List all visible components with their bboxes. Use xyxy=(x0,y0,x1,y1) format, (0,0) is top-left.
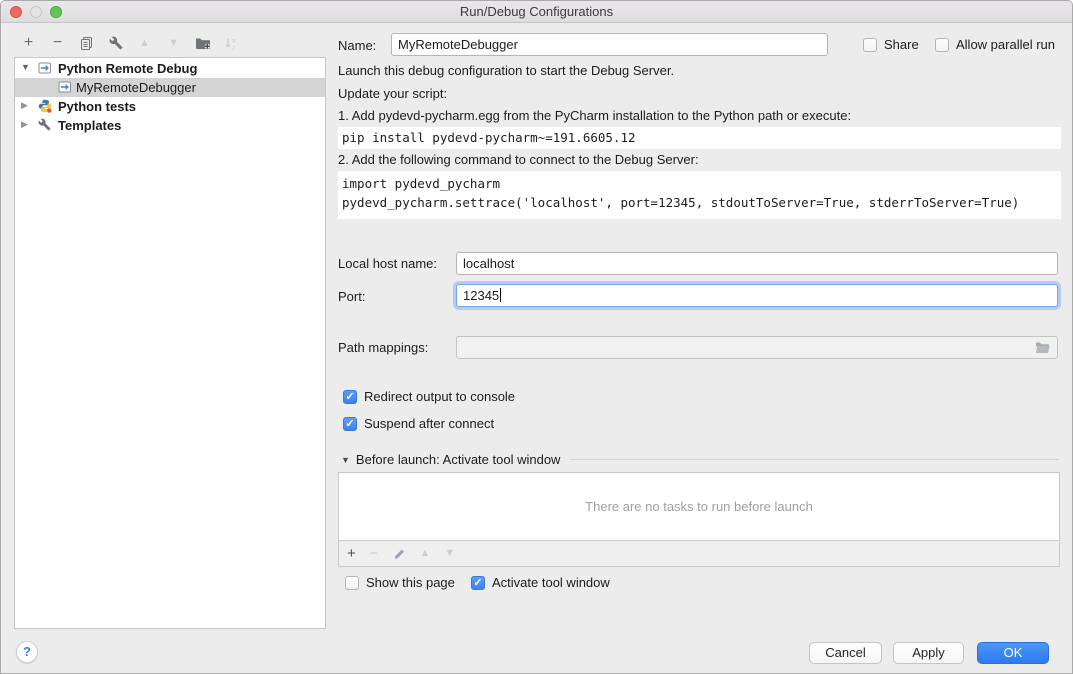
svg-text:z: z xyxy=(232,45,235,51)
tree-item-templates[interactable]: ▶ Templates xyxy=(15,116,325,135)
checkbox-icon[interactable]: ✓ xyxy=(471,576,485,590)
instruction-step1: 1. Add pydevd-pycharm.egg from the PyCha… xyxy=(338,108,851,123)
title-bar: Run/Debug Configurations xyxy=(1,1,1072,23)
instruction-update-script: Update your script: xyxy=(338,86,447,101)
settrace-command: import pydevd_pycharm pydevd_pycharm.set… xyxy=(338,171,1061,219)
tree-item-label: Python tests xyxy=(58,99,136,114)
add-configuration-button[interactable]: + xyxy=(14,32,43,54)
text-caret xyxy=(500,288,501,302)
new-folder-button[interactable] xyxy=(188,32,217,54)
sidebar-toolbar: + − ▲ ▼ xyxy=(14,31,246,55)
configurations-tree: ▼ Python Remote Debug MyRemoteDebugger ▶ xyxy=(14,57,326,629)
copy-icon xyxy=(79,36,94,51)
remote-debug-icon xyxy=(38,61,52,75)
section-divider xyxy=(570,459,1059,460)
move-down-button: ▼ xyxy=(159,32,188,54)
empty-task-message: There are no tasks to run before launch xyxy=(585,499,813,514)
pip-install-command: pip install pydevd-pycharm~=191.6605.12 xyxy=(338,127,1061,149)
local-host-name-input[interactable] xyxy=(456,252,1058,275)
browse-folder-icon[interactable] xyxy=(1035,341,1051,354)
share-checkbox[interactable]: ✓ Share xyxy=(863,37,919,52)
activate-tool-window-label: Activate tool window xyxy=(492,575,610,590)
share-label: Share xyxy=(884,37,919,52)
tree-item-label: Templates xyxy=(58,118,121,133)
tree-item-label: MyRemoteDebugger xyxy=(76,80,196,95)
checkbox-icon[interactable]: ✓ xyxy=(343,417,357,431)
instruction-intro: Launch this debug configuration to start… xyxy=(338,63,674,78)
minus-icon: − xyxy=(53,35,62,51)
edit-pencil-icon xyxy=(393,547,406,560)
port-input[interactable]: 12345 xyxy=(456,284,1058,307)
checkbox-icon[interactable]: ✓ xyxy=(935,38,949,52)
redirect-output-checkbox[interactable]: ✓ Redirect output to console xyxy=(343,389,515,404)
tree-item-label: Python Remote Debug xyxy=(58,61,197,76)
arrow-up-icon: ▲ xyxy=(139,38,150,49)
checkbox-icon[interactable]: ✓ xyxy=(345,576,359,590)
ok-button[interactable]: OK xyxy=(977,642,1049,664)
path-mappings-input[interactable] xyxy=(456,336,1058,359)
folder-add-icon xyxy=(195,36,211,50)
plus-icon[interactable]: + xyxy=(347,546,356,561)
show-this-page-label: Show this page xyxy=(366,575,455,590)
before-launch-header[interactable]: ▼ Before launch: Activate tool window xyxy=(341,452,1059,467)
before-launch-title: Before launch: Activate tool window xyxy=(356,452,561,467)
tree-item-python-remote-debug[interactable]: ▼ Python Remote Debug xyxy=(15,59,325,78)
path-mappings-label: Path mappings: xyxy=(338,340,428,355)
chevron-right-icon[interactable]: ▶ xyxy=(21,119,28,130)
sort-configurations-button: a z xyxy=(217,32,246,54)
redirect-output-label: Redirect output to console xyxy=(364,389,515,404)
tree-item-python-tests[interactable]: ▶ Python tests xyxy=(15,97,325,116)
remote-debug-icon xyxy=(58,80,72,94)
run-debug-configurations-dialog: Run/Debug Configurations + − ▲ ▼ xyxy=(0,0,1073,674)
python-icon xyxy=(38,99,52,113)
activate-tool-window-checkbox[interactable]: ✓ Activate tool window xyxy=(471,575,610,590)
cancel-button[interactable]: Cancel xyxy=(809,642,882,664)
port-label: Port: xyxy=(338,289,365,304)
svg-text:a: a xyxy=(232,37,236,44)
chevron-down-icon[interactable]: ▼ xyxy=(21,62,30,72)
tree-item-myremotedebugger[interactable]: MyRemoteDebugger xyxy=(15,78,325,97)
apply-button[interactable]: Apply xyxy=(893,642,964,664)
move-up-button: ▲ xyxy=(130,32,159,54)
wrench-icon xyxy=(109,36,123,50)
port-value: 12345 xyxy=(463,288,499,303)
before-launch-task-list[interactable]: There are no tasks to run before launch xyxy=(338,472,1060,541)
checkbox-icon[interactable]: ✓ xyxy=(343,390,357,404)
plus-icon: + xyxy=(24,35,33,51)
local-host-name-label: Local host name: xyxy=(338,256,437,271)
suspend-after-connect-label: Suspend after connect xyxy=(364,416,494,431)
wrench-icon xyxy=(38,118,51,131)
checkbox-icon[interactable]: ✓ xyxy=(863,38,877,52)
edit-defaults-button[interactable] xyxy=(101,32,130,54)
code-line: pydevd_pycharm.settrace('localhost', por… xyxy=(342,193,1061,212)
arrow-up-icon: ▲ xyxy=(420,548,431,559)
instruction-step2: 2. Add the following command to connect … xyxy=(338,152,699,167)
help-button[interactable]: ? xyxy=(16,641,38,663)
name-input[interactable] xyxy=(391,33,828,56)
code-line: import pydevd_pycharm xyxy=(342,174,1061,193)
allow-parallel-run-checkbox[interactable]: ✓ Allow parallel run xyxy=(935,37,1055,52)
suspend-after-connect-checkbox[interactable]: ✓ Suspend after connect xyxy=(343,416,494,431)
arrow-down-icon: ▼ xyxy=(168,38,179,49)
arrow-down-icon: ▼ xyxy=(444,548,455,559)
copy-configuration-button[interactable] xyxy=(72,32,101,54)
name-label: Name: xyxy=(338,38,376,53)
show-this-page-checkbox[interactable]: ✓ Show this page xyxy=(345,575,455,590)
before-launch-toolbar: + − ▲ ▼ xyxy=(338,541,1060,567)
allow-parallel-run-label: Allow parallel run xyxy=(956,37,1055,52)
chevron-down-icon[interactable]: ▼ xyxy=(341,455,350,465)
remove-configuration-button[interactable]: − xyxy=(43,32,72,54)
window-title: Run/Debug Configurations xyxy=(1,4,1072,19)
chevron-right-icon[interactable]: ▶ xyxy=(21,100,28,111)
minus-icon: − xyxy=(370,546,379,561)
sort-az-icon: a z xyxy=(224,36,239,51)
